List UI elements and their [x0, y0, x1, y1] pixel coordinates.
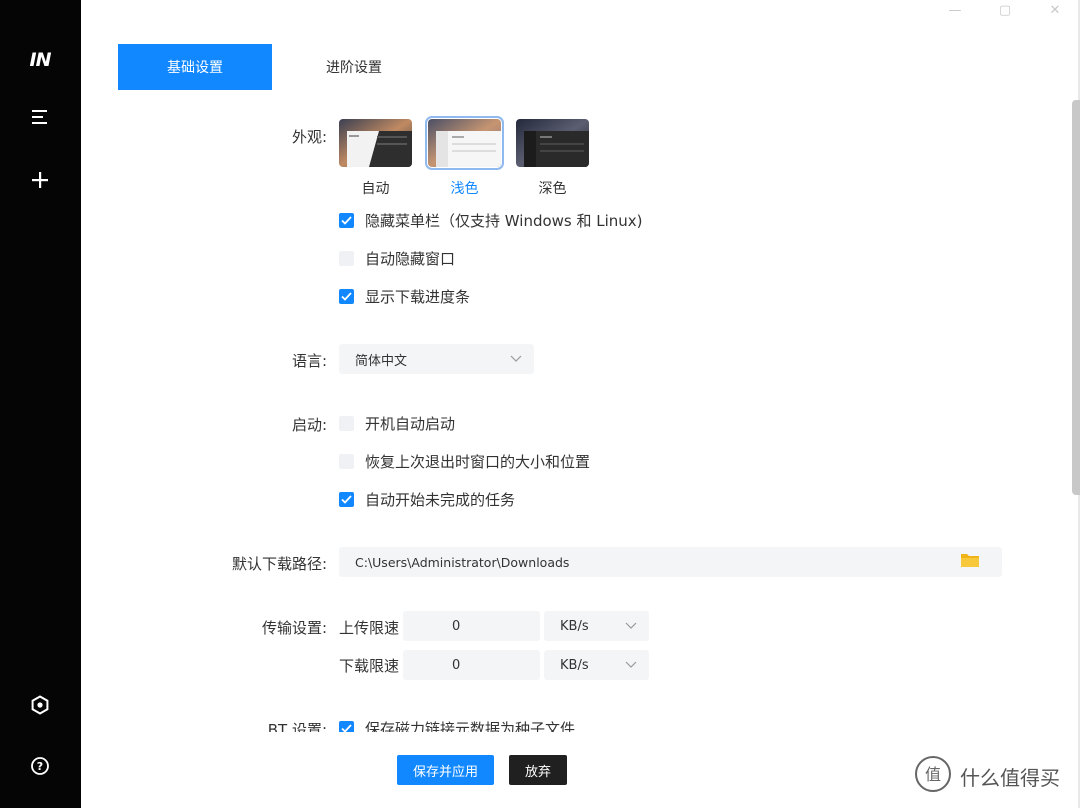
download-limit-input[interactable]: 0 — [403, 650, 540, 680]
tab-advanced-settings[interactable]: 进阶设置 — [290, 44, 418, 90]
save-apply-button[interactable]: 保存并应用 — [397, 755, 494, 785]
chevron-down-icon — [625, 619, 637, 634]
theme-dark-preview[interactable] — [516, 119, 589, 167]
auto-hide-window-option[interactable]: 自动隐藏窗口 — [339, 248, 455, 268]
download-path-value: C:\Users\Administrator\Downloads — [355, 554, 570, 570]
download-path-label: 默认下载路径: — [231, 555, 327, 573]
transfer-label: 传输设置: — [261, 619, 327, 637]
language-label: 语言: — [291, 352, 327, 370]
settings-icon[interactable] — [20, 687, 60, 723]
show-progress-label: 显示下载进度条 — [365, 287, 471, 306]
checkbox-unchecked-icon[interactable] — [339, 250, 354, 266]
hide-menubar-option[interactable]: 隐藏菜单栏（仅支持 Windows 和 Linux) — [339, 210, 643, 230]
chevron-down-icon — [625, 658, 637, 673]
theme-light-label: 浅色 — [450, 181, 479, 197]
language-value: 简体中文 — [355, 353, 408, 369]
scrollbar-thumb[interactable] — [1072, 100, 1080, 495]
upload-limit-label: 上传限速 — [339, 619, 400, 637]
download-unit-select[interactable]: KB/s — [544, 650, 649, 680]
discard-button[interactable]: 放弃 — [509, 755, 567, 785]
svg-text:值: 值 — [925, 765, 941, 784]
checkbox-unchecked-icon[interactable] — [339, 415, 354, 431]
resume-tasks-option[interactable]: 自动开始未完成的任务 — [339, 489, 515, 509]
close-button[interactable]: ✕ — [1035, 0, 1075, 20]
tab-basic-settings[interactable]: 基础设置 — [118, 44, 272, 90]
appearance-label: 外观: — [291, 128, 327, 146]
language-select[interactable]: 简体中文 — [339, 344, 534, 374]
resume-tasks-label: 自动开始未完成的任务 — [365, 490, 516, 509]
watermark: 值 什么值得买 — [914, 755, 1060, 798]
theme-auto-label: 自动 — [361, 181, 390, 197]
checkbox-checked-icon[interactable] — [339, 288, 354, 304]
scroll-clip: BT 设置: 保存磁力链接元数据为种子文件 — [81, 718, 1071, 732]
bt-label: BT 设置: — [267, 721, 327, 732]
sidebar: IN ? — [0, 0, 81, 808]
auto-launch-option[interactable]: 开机自动启动 — [339, 413, 455, 433]
startup-label: 启动: — [291, 416, 327, 434]
download-limit-label: 下载限速 — [339, 657, 400, 675]
upload-unit-value: KB/s — [560, 618, 589, 634]
menu-icon[interactable] — [20, 99, 60, 135]
show-progress-option[interactable]: 显示下载进度条 — [339, 286, 470, 306]
save-magnet-option[interactable]: 保存磁力链接元数据为种子文件 — [339, 718, 575, 732]
svg-text:?: ? — [37, 760, 43, 773]
watermark-text: 什么值得买 — [960, 766, 1060, 790]
minimize-button[interactable]: — — [935, 0, 975, 20]
hide-menubar-label: 隐藏菜单栏（仅支持 Windows 和 Linux) — [365, 211, 643, 230]
restore-window-label: 恢复上次退出时窗口的大小和位置 — [365, 452, 591, 471]
download-unit-value: KB/s — [560, 657, 589, 673]
upload-unit-select[interactable]: KB/s — [544, 611, 649, 641]
auto-hide-window-label: 自动隐藏窗口 — [365, 249, 456, 268]
theme-dark-label: 深色 — [538, 181, 567, 197]
watermark-logo-icon: 值 — [914, 755, 952, 798]
checkbox-unchecked-icon[interactable] — [339, 453, 354, 469]
checkbox-checked-icon[interactable] — [339, 491, 354, 507]
save-magnet-label: 保存磁力链接元数据为种子文件 — [365, 719, 576, 733]
chevron-down-icon — [510, 352, 522, 367]
auto-launch-label: 开机自动启动 — [365, 414, 456, 433]
plus-icon[interactable] — [20, 162, 60, 198]
checkbox-checked-icon[interactable] — [339, 212, 354, 228]
theme-light-preview[interactable] — [425, 116, 504, 170]
restore-window-option[interactable]: 恢复上次退出时窗口的大小和位置 — [339, 451, 590, 471]
upload-limit-input[interactable]: 0 — [403, 611, 540, 641]
help-icon[interactable]: ? — [20, 748, 60, 784]
theme-auto-preview[interactable] — [339, 119, 412, 167]
checkbox-checked-icon[interactable] — [339, 720, 354, 732]
folder-icon[interactable] — [960, 552, 980, 572]
app-logo: IN — [29, 49, 52, 71]
maximize-button[interactable]: ▢ — [985, 0, 1025, 20]
download-path-field[interactable]: C:\Users\Administrator\Downloads — [339, 547, 1002, 577]
